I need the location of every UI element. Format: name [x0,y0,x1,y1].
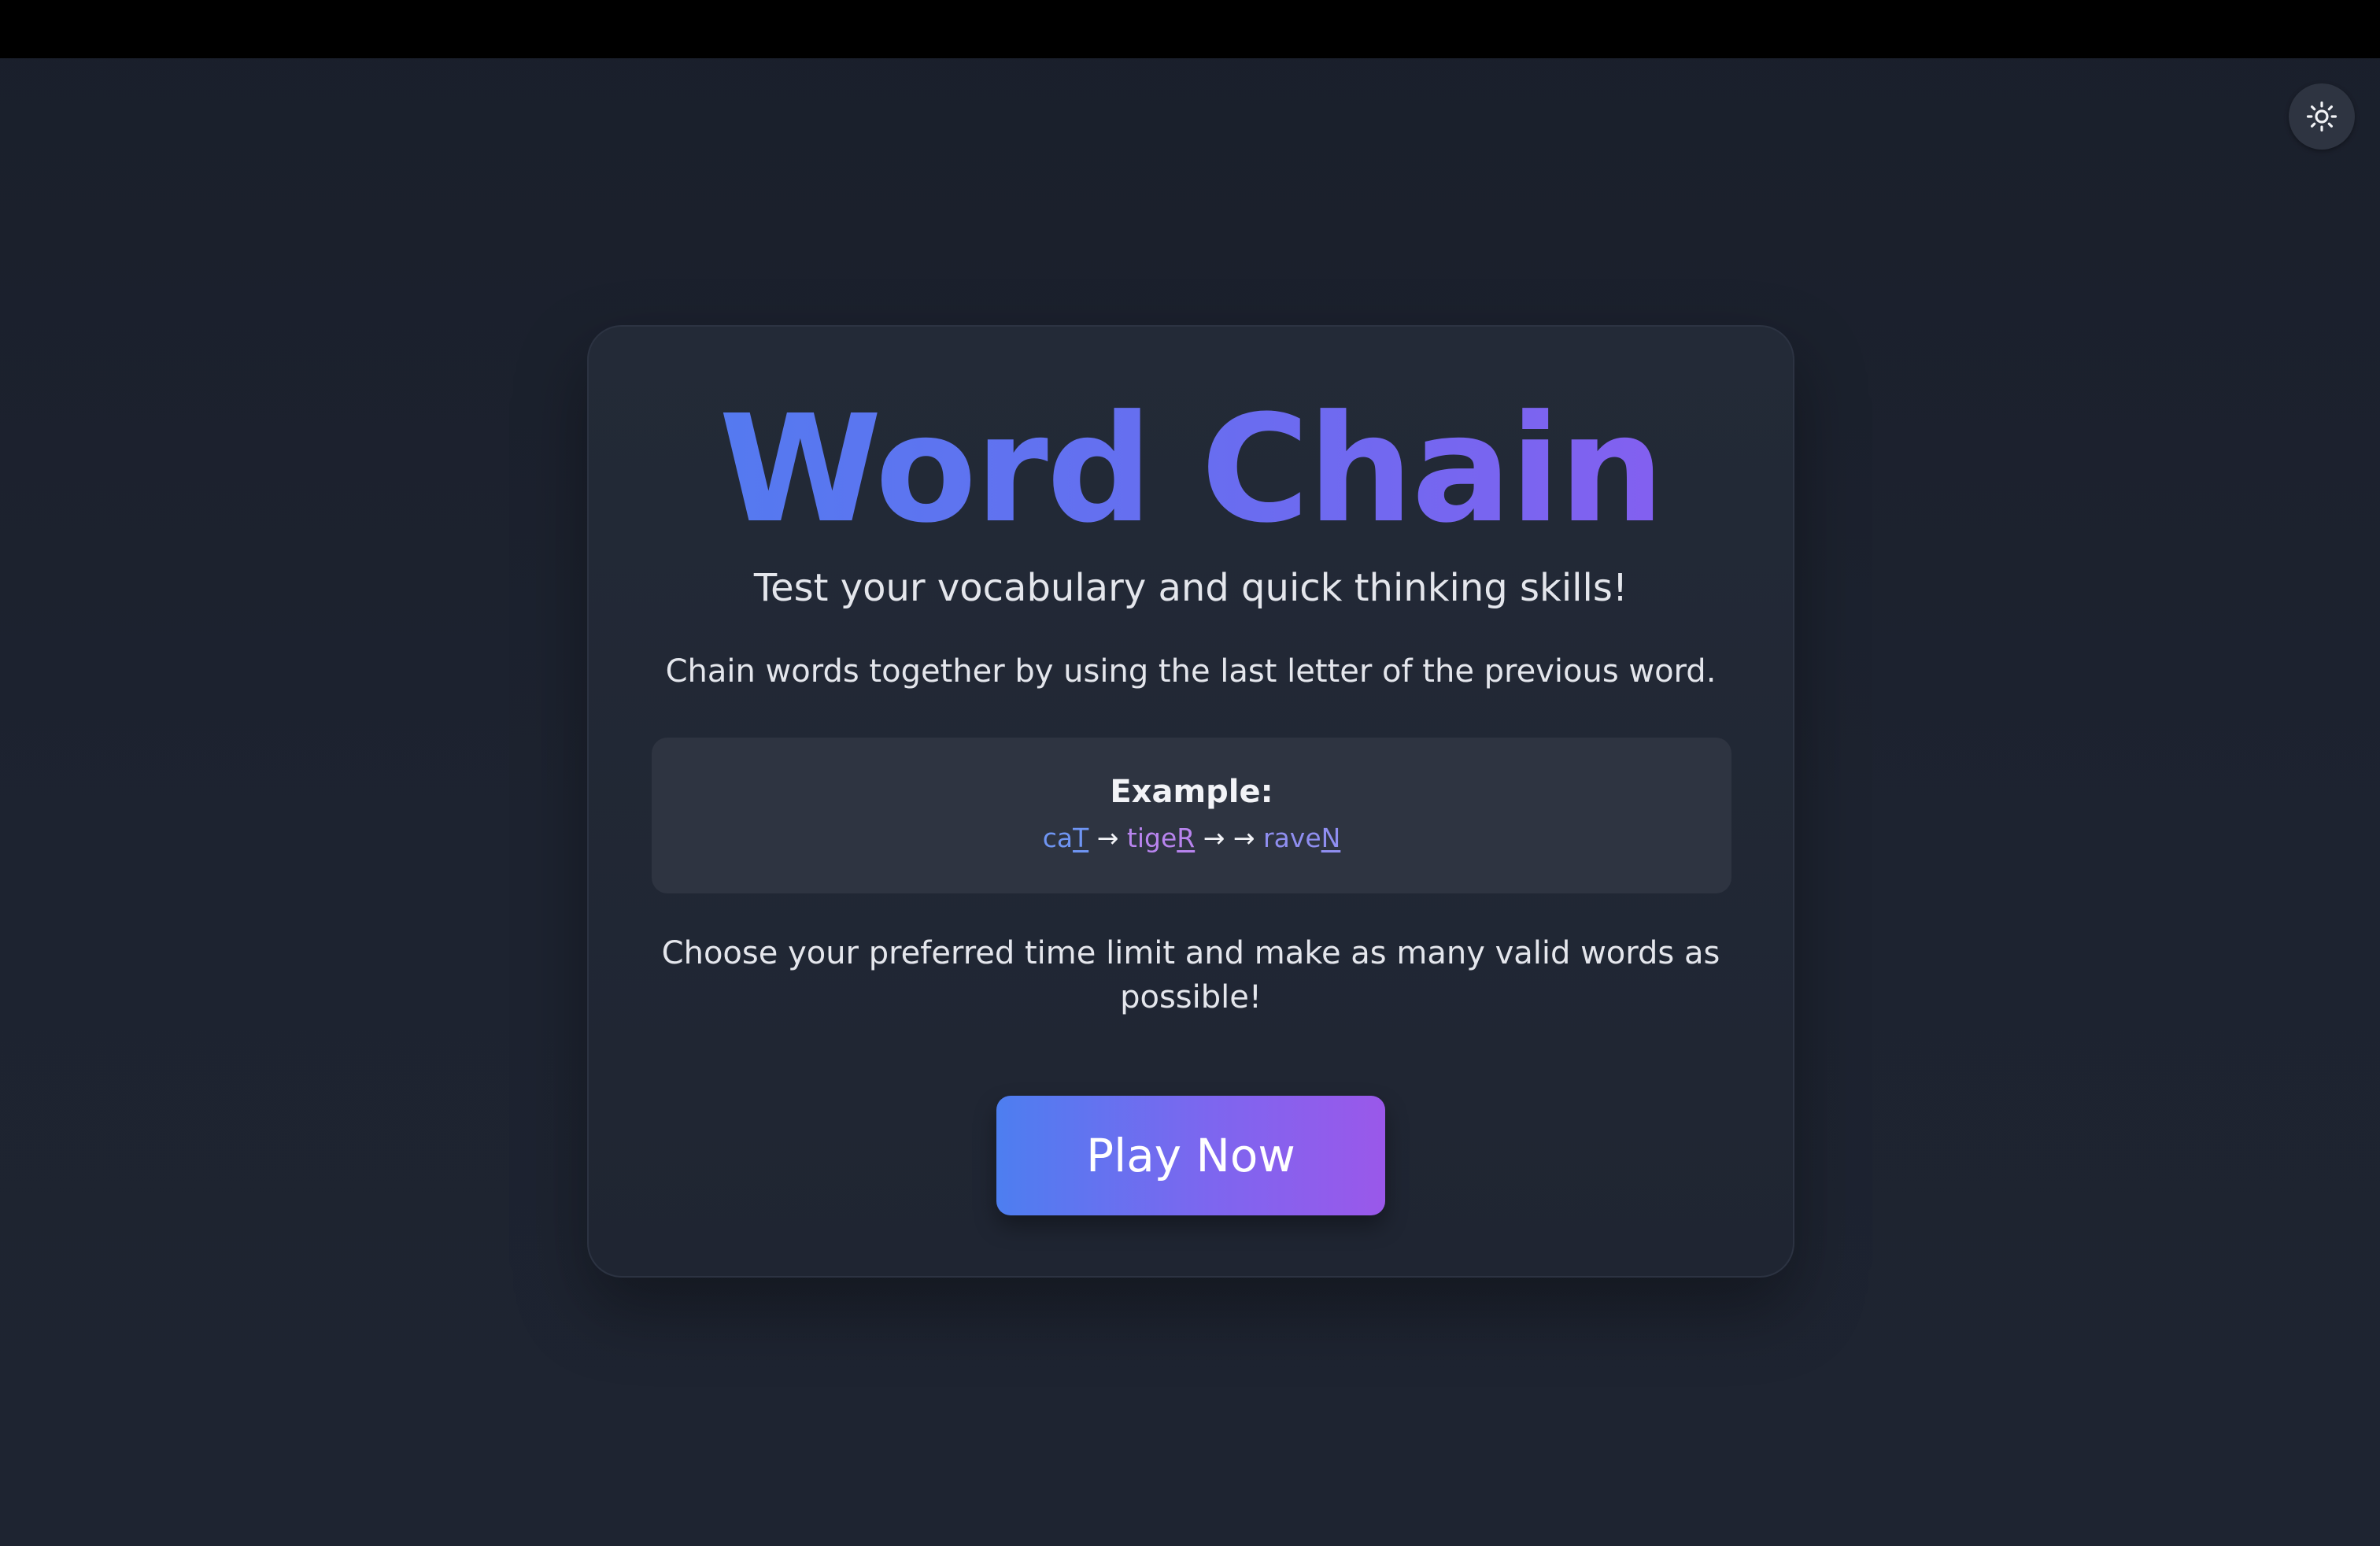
arrow-icon: → [1232,823,1255,853]
play-now-button[interactable]: Play Now [996,1096,1385,1215]
game-subtitle: Test your vocabulary and quick thinking … [753,566,1628,610]
arrow-icon: → [1096,823,1119,853]
example-word: caT [1042,823,1089,853]
example-box: Example: caT → tigeR → → raveN [652,738,1731,893]
game-instructions: Choose your preferred time limit and mak… [661,935,1720,1015]
example-word: tigeR [1126,823,1196,853]
example-word: raveN [1263,823,1341,853]
game-description: Chain words together by using the last l… [665,653,1717,690]
top-bar [0,0,2380,58]
intro-card: Word Chain Test your vocabulary and quic… [587,325,1794,1278]
sun-icon [2306,101,2338,132]
arrow-icon: → [1203,823,1225,853]
theme-toggle-button[interactable] [2289,83,2355,150]
example-chain: caT → tigeR → → raveN [652,821,1731,856]
example-label: Example: [1110,774,1273,810]
game-title: Word Chain [589,375,1793,564]
